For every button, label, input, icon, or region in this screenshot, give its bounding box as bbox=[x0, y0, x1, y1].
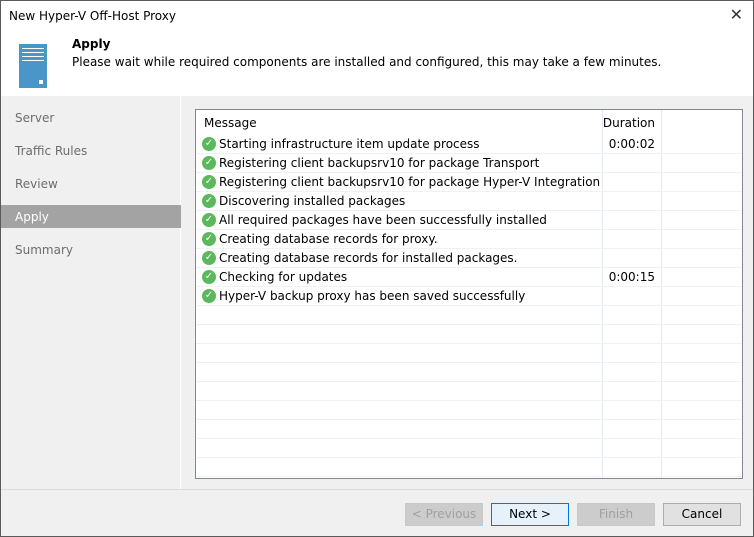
cancel-button[interactable]: Cancel bbox=[663, 503, 741, 526]
previous-button[interactable]: < Previous bbox=[405, 503, 483, 526]
close-icon[interactable]: ✕ bbox=[730, 5, 743, 24]
table-row[interactable]: ✓ Checking for updates 0:00:15 bbox=[196, 268, 742, 287]
title-bar: New Hyper-V Off-Host Proxy ✕ bbox=[1, 1, 753, 32]
row-message: Checking for updates bbox=[219, 270, 348, 284]
column-duration[interactable]: Duration bbox=[602, 116, 661, 130]
row-duration: 0:00:02 bbox=[608, 137, 655, 151]
success-check-icon: ✓ bbox=[202, 213, 216, 227]
row-message: Discovering installed packages bbox=[219, 194, 406, 208]
step-review[interactable]: Review bbox=[1, 172, 181, 195]
success-check-icon: ✓ bbox=[202, 137, 216, 151]
wizard-window: New Hyper-V Off-Host Proxy ✕ Apply Pleas… bbox=[0, 0, 754, 537]
column-message[interactable]: Message bbox=[204, 116, 257, 130]
empty-row[interactable] bbox=[196, 382, 742, 401]
empty-row[interactable] bbox=[196, 325, 742, 344]
table-header: Message Duration bbox=[196, 110, 742, 135]
row-message: Creating database records for installed … bbox=[219, 251, 518, 265]
row-message: Starting infrastructure item update proc… bbox=[219, 137, 480, 151]
empty-row[interactable] bbox=[196, 401, 742, 420]
table-row[interactable]: ✓ All required packages have been success… bbox=[196, 211, 742, 230]
success-check-icon: ✓ bbox=[202, 175, 216, 189]
success-check-icon: ✓ bbox=[202, 194, 216, 208]
table-row[interactable]: ✓ Registering client backupsrv10 for pack… bbox=[196, 154, 742, 173]
log-table: Message Duration ✓ Starting infrastructur… bbox=[195, 109, 743, 479]
finish-button[interactable]: Finish bbox=[577, 503, 655, 526]
table-row[interactable]: ✓ Creating database records for proxy. bbox=[196, 230, 742, 249]
empty-row[interactable] bbox=[196, 420, 742, 439]
table-row[interactable]: ✓ Creating database records for installed… bbox=[196, 249, 742, 268]
table-row[interactable]: ✓ Starting infrastructure item update pro… bbox=[196, 135, 742, 154]
success-check-icon: ✓ bbox=[202, 270, 216, 284]
empty-row[interactable] bbox=[196, 306, 742, 325]
row-message: Registering client backupsrv10 for packa… bbox=[219, 156, 540, 170]
table-row[interactable]: ✓ Hyper-V backup proxy has been saved suc… bbox=[196, 287, 742, 306]
success-check-icon: ✓ bbox=[202, 289, 216, 303]
button-bar: < Previous Next > Finish Cancel bbox=[1, 489, 753, 536]
success-check-icon: ✓ bbox=[202, 232, 216, 246]
success-check-icon: ✓ bbox=[202, 156, 216, 170]
empty-row[interactable] bbox=[196, 344, 742, 363]
row-duration: 0:00:15 bbox=[608, 270, 655, 284]
step-title: Apply bbox=[72, 37, 111, 51]
next-button[interactable]: Next > bbox=[491, 503, 569, 526]
table-row[interactable]: ✓ Registering client backupsrv10 for pack… bbox=[196, 173, 742, 192]
step-description: Please wait while required components ar… bbox=[72, 55, 662, 69]
empty-row[interactable] bbox=[196, 363, 742, 382]
window-title: New Hyper-V Off-Host Proxy bbox=[9, 9, 176, 23]
row-message: Hyper-V backup proxy has been saved succ… bbox=[219, 289, 526, 303]
empty-row[interactable] bbox=[196, 458, 742, 477]
table-row[interactable]: ✓ Discovering installed packages bbox=[196, 192, 742, 211]
step-server[interactable]: Server bbox=[1, 106, 181, 129]
success-check-icon: ✓ bbox=[202, 251, 216, 265]
empty-row[interactable] bbox=[196, 439, 742, 458]
row-message: All required packages have been successf… bbox=[219, 213, 547, 227]
server-icon bbox=[19, 44, 47, 88]
step-traffic-rules[interactable]: Traffic Rules bbox=[1, 139, 181, 162]
step-summary[interactable]: Summary bbox=[1, 238, 181, 261]
wizard-steps: Server Traffic Rules Review Apply Summar… bbox=[1, 96, 181, 489]
row-message: Registering client backupsrv10 for packa… bbox=[219, 175, 601, 189]
row-message: Creating database records for proxy. bbox=[219, 232, 438, 246]
step-apply[interactable]: Apply bbox=[1, 205, 181, 228]
